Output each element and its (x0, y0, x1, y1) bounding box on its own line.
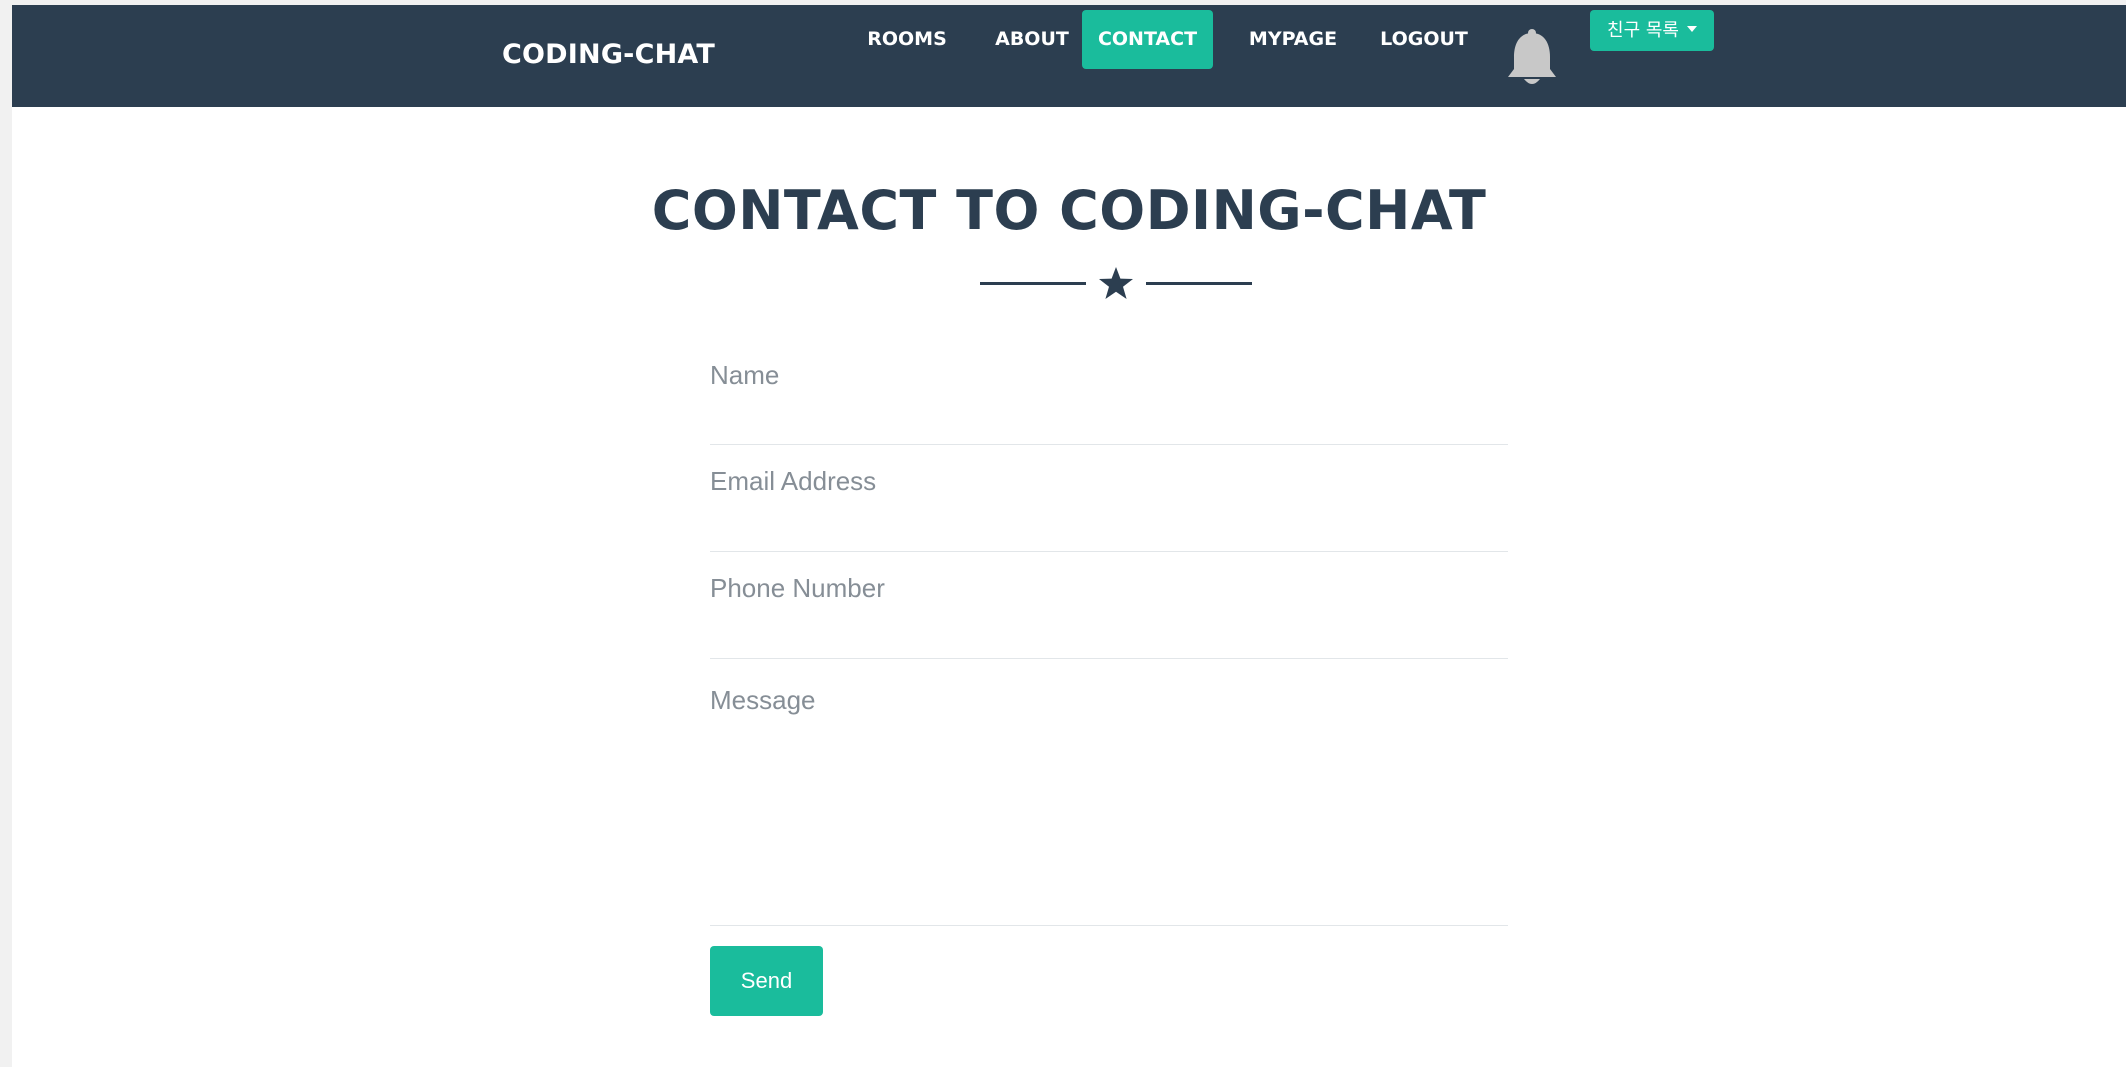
email-input[interactable] (710, 445, 1508, 551)
title-divider (980, 261, 1252, 305)
name-input[interactable] (710, 340, 1508, 444)
page-title: CONTACT TO CODING-CHAT (651, 179, 1487, 242)
navbar: CODING-CHAT ROOMS ABOUT CONTACT MYPAGE L… (12, 5, 2126, 107)
nav-item-about[interactable]: ABOUT (981, 10, 1083, 69)
nav-item-mypage[interactable]: MYPAGE (1230, 10, 1356, 69)
phone-field-group (710, 552, 1508, 659)
nav-item-contact[interactable]: CONTACT (1082, 10, 1213, 69)
phone-input[interactable] (710, 552, 1508, 658)
contact-form (710, 340, 1508, 926)
email-field-group (710, 445, 1508, 552)
star-icon (1099, 267, 1133, 299)
page: CODING-CHAT ROOMS ABOUT CONTACT MYPAGE L… (12, 5, 2126, 1067)
message-textarea[interactable] (710, 659, 1508, 925)
divider-line-right (1146, 282, 1252, 285)
nav-item-logout[interactable]: LOGOUT (1365, 10, 1483, 69)
friends-list-label: 친구 목록 (1607, 20, 1679, 41)
name-field-group (710, 340, 1508, 445)
brand-logo[interactable]: CODING-CHAT (502, 39, 715, 70)
send-button[interactable]: Send (710, 946, 823, 1016)
caret-down-icon (1686, 26, 1697, 32)
bell-icon[interactable] (1502, 27, 1562, 89)
nav-item-rooms[interactable]: ROOMS (853, 10, 961, 69)
message-field-group (710, 659, 1508, 926)
friends-list-dropdown[interactable]: 친구 목록 (1590, 10, 1714, 51)
divider-line-left (980, 282, 1086, 285)
